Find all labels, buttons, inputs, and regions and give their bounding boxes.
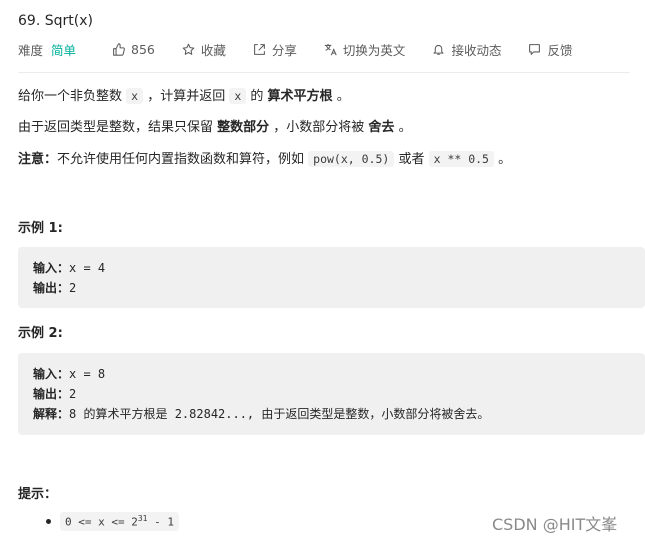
share-icon	[253, 43, 266, 56]
emphasis-text: 舍去	[368, 120, 395, 135]
hints-title: 提示：	[18, 487, 58, 502]
note-label: 注意：	[18, 152, 58, 167]
like-count: 856	[131, 41, 155, 57]
example-2-output: 输出：2	[33, 386, 76, 402]
explanation-value: 8 的算术平方根是 2.82842..., 由于返回类型是整数，小数部分将被舍去…	[69, 407, 490, 421]
feedback-label: 反馈	[547, 42, 573, 58]
description-paragraph-3: 注意：不允许使用任何内置指数函数和算符，例如 pow(x, 0.5) 或者 x …	[18, 149, 511, 170]
example-1-box: 输入：x = 4 输出：2	[18, 247, 645, 308]
output-value: 2	[69, 387, 77, 401]
description-text: 。	[332, 89, 350, 104]
description-text: 。	[493, 152, 512, 167]
hint-constraint: 0 <= x <= 231 - 1	[60, 512, 179, 531]
example-1-output: 输出：2	[33, 280, 76, 296]
output-label: 输出：	[33, 281, 70, 295]
inline-code: x	[126, 88, 144, 104]
example-2-explanation: 解释：8 的算术平方根是 2.82842..., 由于返回类型是整数，小数部分将…	[33, 406, 489, 422]
translate-icon	[324, 43, 337, 56]
description-text: 或者	[394, 152, 429, 167]
hint-item: 0 <= x <= 231 - 1	[46, 512, 179, 531]
input-value: x = 4	[69, 261, 106, 275]
explanation-label: 解释：	[33, 407, 70, 421]
watermark: CSDN @HIT文峯	[492, 515, 618, 534]
description-text: ，计算并返回	[143, 89, 230, 104]
difficulty-label: 难度	[18, 42, 44, 58]
emphasis-text: 算术平方根	[267, 89, 333, 104]
inline-code: x	[229, 88, 247, 104]
output-value: 2	[69, 281, 77, 295]
inline-code: x ** 0.5	[428, 151, 494, 167]
emphasis-text: 整数部分	[217, 120, 270, 135]
thumbs-up-icon	[112, 42, 125, 56]
input-value: x = 8	[69, 367, 106, 381]
hint-constraint-exponent: 31	[137, 514, 148, 523]
hint-constraint-base: 0 <= x <= 2	[65, 515, 138, 529]
share-button[interactable]: 分享	[253, 40, 297, 59]
description-text: 给你一个非负整数	[18, 89, 127, 104]
favorite-label: 收藏	[200, 42, 226, 58]
like-button[interactable]: 856	[112, 42, 155, 57]
example-2-title: 示例 2:	[18, 326, 63, 341]
hint-constraint-tail: - 1	[147, 515, 174, 529]
notify-button[interactable]: 接收动态	[432, 40, 501, 59]
inline-code: pow(x, 0.5)	[308, 151, 395, 167]
description-text: 。	[394, 120, 412, 135]
input-label: 输入：	[33, 261, 70, 275]
description-text: 不允许使用任何内置指数函数和算符，例如	[57, 152, 309, 167]
header-divider	[18, 72, 630, 73]
example-2-input: 输入：x = 8	[33, 366, 105, 382]
problem-title: 69. Sqrt(x)	[18, 13, 93, 29]
translate-label: 切换为英文	[342, 42, 406, 58]
example-1-input: 输入：x = 4	[33, 260, 105, 276]
bell-icon	[432, 43, 445, 56]
description-paragraph-1: 给你一个非负整数 x ，计算并返回 x 的 算术平方根 。	[18, 86, 350, 107]
description-text: 由于返回类型是整数，结果只保留	[18, 120, 218, 135]
share-label: 分享	[271, 42, 297, 58]
notify-label: 接收动态	[451, 42, 502, 58]
example-1-title: 示例 1:	[18, 221, 63, 236]
input-label: 输入：	[33, 367, 70, 381]
bullet-icon	[46, 518, 51, 524]
translate-button[interactable]: 切换为英文	[324, 40, 406, 59]
favorite-button[interactable]: 收藏	[182, 40, 226, 59]
difficulty-badge: 简单	[51, 42, 77, 58]
example-2-box: 输入：x = 8 输出：2 解释：8 的算术平方根是 2.82842..., 由…	[18, 353, 645, 435]
output-label: 输出：	[33, 387, 70, 401]
description-text: ，小数部分将被	[269, 120, 369, 135]
description-text: 的	[246, 89, 268, 104]
feedback-icon	[528, 43, 541, 56]
problem-meta-bar: 难度 简单 856 收藏 分享 切换为英文 接收动态 反馈	[18, 40, 572, 58]
feedback-button[interactable]: 反馈	[528, 40, 572, 59]
description-paragraph-2: 由于返回类型是整数，结果只保留 整数部分 ，小数部分将被 舍去 。	[18, 118, 412, 138]
star-icon	[182, 43, 195, 56]
